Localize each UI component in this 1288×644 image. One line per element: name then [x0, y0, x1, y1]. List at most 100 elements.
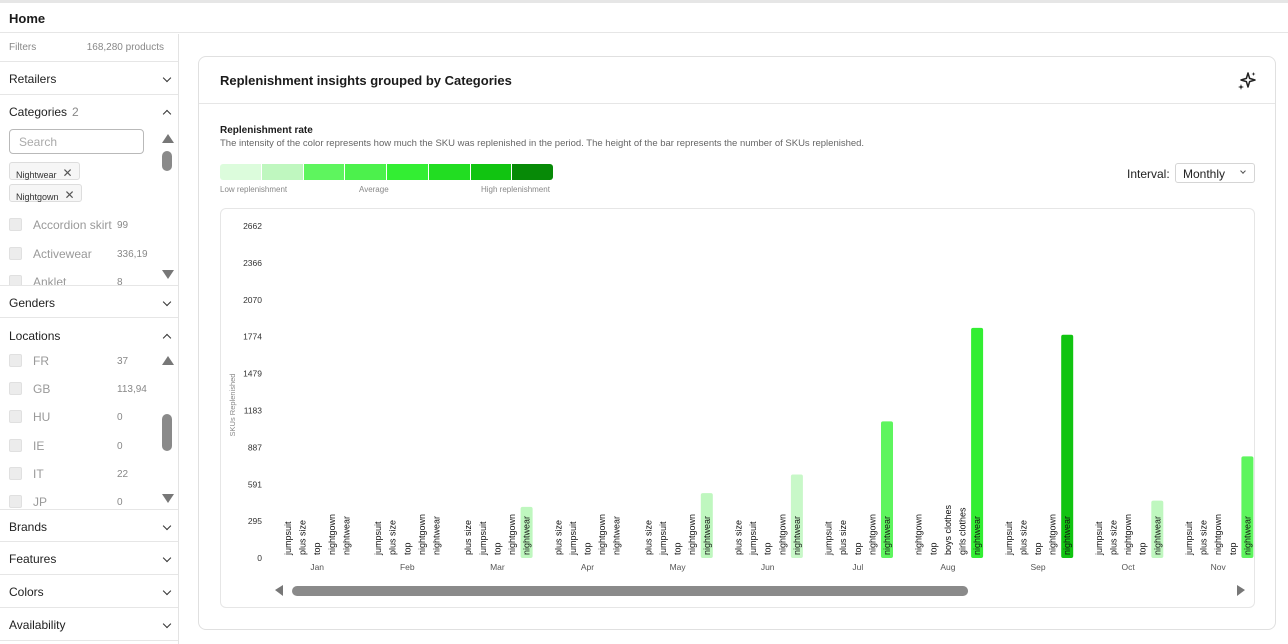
- interval-label: Interval:: [1127, 167, 1170, 181]
- chevron-up-icon[interactable]: [162, 333, 172, 343]
- checkbox[interactable]: [9, 247, 22, 260]
- close-icon[interactable]: ✕: [65, 188, 75, 202]
- interval-value: Monthly: [1183, 167, 1226, 181]
- bar-category-label: jumpsuit: [373, 521, 383, 556]
- selected-count: 2: [72, 105, 79, 119]
- filter-section-brands[interactable]: Brands: [0, 509, 178, 542]
- bar-chart-container: SKUs Replenished 0 295 591 887 1183 1479 1774 20…: [220, 208, 1255, 608]
- bar-category-label: plus size: [643, 520, 653, 555]
- filter-section-locations[interactable]: Locations: [0, 319, 178, 352]
- chevron-down-icon: [1240, 168, 1246, 174]
- legend-low-label: Low replenishment: [220, 185, 288, 194]
- section-label: Retailers: [9, 72, 57, 86]
- filter-section-colors[interactable]: Colors: [0, 575, 178, 608]
- section-label: Genders: [9, 296, 56, 310]
- category-option[interactable]: Accordion skirt 99: [9, 218, 159, 234]
- filter-section-categories[interactable]: Categories 2: [0, 95, 178, 128]
- bar-category-label: top: [492, 542, 502, 555]
- legend-swatch-7: [470, 164, 513, 180]
- filter-section-genders[interactable]: Genders: [0, 285, 178, 318]
- checkbox[interactable]: [9, 218, 22, 231]
- x-tick-label: Aug: [940, 562, 955, 572]
- bar-category-label: top: [402, 542, 412, 555]
- y-axis-label: SKUs Replenished: [228, 374, 237, 437]
- y-tick-label: 1183: [244, 405, 263, 415]
- page-title: Home: [9, 11, 46, 26]
- categories-scrollbar-thumb[interactable]: [162, 151, 172, 171]
- location-option[interactable]: GB 113,94: [9, 382, 159, 398]
- x-tick-label: Jul: [852, 562, 863, 572]
- x-tick-label: Oct: [1121, 562, 1135, 572]
- bar-category-label: top: [763, 542, 773, 555]
- checkbox[interactable]: [9, 495, 22, 508]
- y-tick-label: 887: [248, 442, 262, 452]
- chart-scrollbar-thumb[interactable]: [292, 586, 969, 596]
- y-tick-label: 1774: [243, 332, 262, 342]
- filter-section-retailers[interactable]: Retailers: [0, 62, 178, 95]
- section-label: Locations: [9, 329, 61, 343]
- section-label: Features: [9, 552, 57, 566]
- chevron-down-icon[interactable]: [162, 521, 172, 531]
- chip-nightgown[interactable]: Nightgown ✕: [9, 184, 82, 202]
- filter-section-availability[interactable]: Availability: [0, 608, 178, 641]
- y-tick-label: 2366: [243, 258, 262, 268]
- checkbox[interactable]: [9, 467, 22, 480]
- scroll-down-arrow-icon[interactable]: [162, 494, 174, 503]
- bar-category-label: top: [673, 542, 683, 555]
- chevron-down-icon[interactable]: [162, 619, 172, 629]
- scroll-right-arrow-icon[interactable]: [1237, 585, 1245, 596]
- checkbox[interactable]: [9, 354, 22, 367]
- legend-swatch-2: [261, 164, 304, 180]
- interval-select[interactable]: Monthly: [1175, 163, 1255, 183]
- location-option[interactable]: HU 0: [9, 410, 159, 426]
- bar-category-label: nightwear: [972, 516, 982, 555]
- bar-category-label: top: [853, 542, 863, 555]
- legend-swatch-5: [387, 164, 429, 180]
- bar-category-label: plus size: [838, 520, 848, 555]
- legend-average-label: Average: [359, 185, 389, 194]
- location-option[interactable]: FR 37: [9, 354, 159, 370]
- category-option[interactable]: Activewear 336,19: [9, 247, 159, 263]
- bar-category-label: top: [312, 542, 322, 555]
- location-option[interactable]: IT 22: [9, 467, 159, 483]
- chevron-down-icon[interactable]: [162, 586, 172, 596]
- close-icon[interactable]: ✕: [63, 166, 73, 180]
- locations-scrollbar-thumb[interactable]: [162, 414, 172, 451]
- bar-category-label: boys clothes: [943, 504, 953, 555]
- chevron-down-icon[interactable]: [162, 73, 172, 83]
- bar-category-label: plus size: [553, 520, 563, 555]
- section-label: Brands: [9, 520, 48, 534]
- bar-category-label: nightgown: [1123, 514, 1133, 555]
- checkbox[interactable]: [9, 410, 22, 423]
- scroll-left-arrow-icon[interactable]: [275, 585, 283, 596]
- location-option[interactable]: IE 0: [9, 439, 159, 455]
- chip-nightwear[interactable]: Nightwear ✕: [9, 162, 80, 180]
- bar-category-label: plus size: [1199, 520, 1209, 555]
- bar-category-label: jumpsuit: [748, 521, 758, 556]
- bar-category-label: plus size: [298, 520, 308, 555]
- checkbox[interactable]: [9, 382, 22, 395]
- scroll-up-arrow-icon[interactable]: [162, 134, 174, 143]
- category-search-input[interactable]: Search: [9, 129, 144, 154]
- bar-category-label: nightwear: [882, 516, 892, 555]
- chevron-down-icon[interactable]: [162, 297, 172, 307]
- bar-category-label: nightgown: [597, 514, 607, 555]
- filter-section-features[interactable]: Features: [0, 542, 178, 575]
- chevron-up-icon[interactable]: [162, 109, 172, 119]
- bar-category-label: plus size: [734, 520, 744, 555]
- scroll-down-arrow-icon[interactable]: [162, 270, 174, 279]
- legend-swatch-1: [220, 164, 262, 180]
- bar-chart: SKUs Replenished 0 295 591 887 1183 1479 1774 20…: [228, 221, 1254, 596]
- x-tick-label: Apr: [581, 562, 594, 572]
- legend-swatch-3: [303, 164, 346, 180]
- bar-category-label: plus size: [1018, 520, 1028, 555]
- bar-category-label: nightwear: [522, 516, 532, 555]
- scroll-up-arrow-icon[interactable]: [162, 356, 174, 365]
- filters-label: Filters: [9, 42, 37, 53]
- chevron-down-icon[interactable]: [162, 553, 172, 563]
- checkbox[interactable]: [9, 439, 22, 452]
- sparkle-icon[interactable]: [1237, 71, 1257, 91]
- y-tick-label: 2070: [243, 295, 262, 305]
- bar-category-label: jumpsuit: [1094, 521, 1104, 556]
- color-legend: [220, 164, 553, 180]
